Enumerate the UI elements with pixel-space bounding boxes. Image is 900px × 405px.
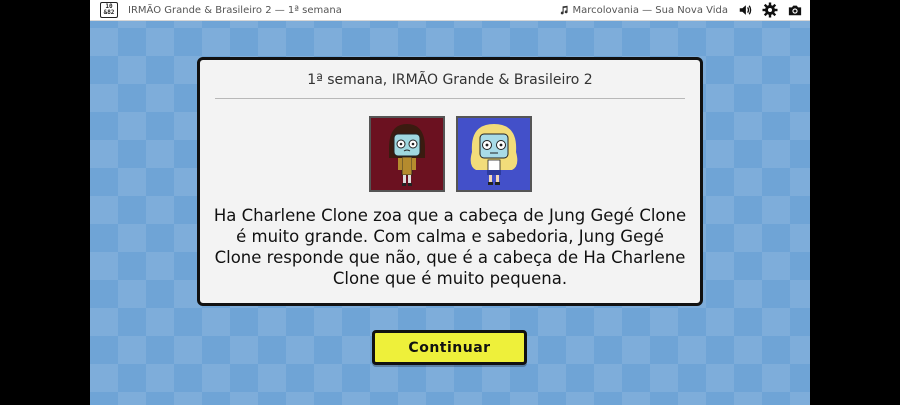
gear-icon[interactable] xyxy=(762,2,778,18)
portrait-ha-charlene-clone xyxy=(369,116,445,192)
event-dialog: 1ª semana, IRMÃO Grande & Brasileiro 2 H… xyxy=(197,57,703,306)
title-divider xyxy=(215,98,685,99)
game-logo: 10 &82 xyxy=(100,2,118,18)
volume-icon[interactable] xyxy=(738,3,752,17)
dialog-title: 1ª semana, IRMÃO Grande & Brasileiro 2 xyxy=(307,72,593,88)
music-track-label: Marcolovania — Sua Nova Vida xyxy=(572,4,729,16)
game-screen: 10 &82 IRMÃO Grande & Brasileiro 2 — 1ª … xyxy=(90,0,810,405)
logo-line-2: &82 xyxy=(103,9,115,16)
continue-button[interactable]: Continuar xyxy=(372,330,527,365)
now-playing: Marcolovania — Sua Nova Vida xyxy=(559,4,729,16)
topbar-controls: Marcolovania — Sua Nova Vida xyxy=(559,2,803,18)
portrait-jung-gege-clone xyxy=(456,116,532,192)
window-title: IRMÃO Grande & Brasileiro 2 — 1ª semana xyxy=(128,4,342,16)
camera-icon[interactable] xyxy=(788,3,802,17)
top-bar: 10 &82 IRMÃO Grande & Brasileiro 2 — 1ª … xyxy=(90,0,810,21)
character-avatar-icon xyxy=(470,124,518,185)
music-note-icon xyxy=(560,5,568,15)
event-message: Ha Charlene Clone zoa que a cabeça de Ju… xyxy=(213,206,687,288)
character-avatar-icon xyxy=(389,124,425,186)
